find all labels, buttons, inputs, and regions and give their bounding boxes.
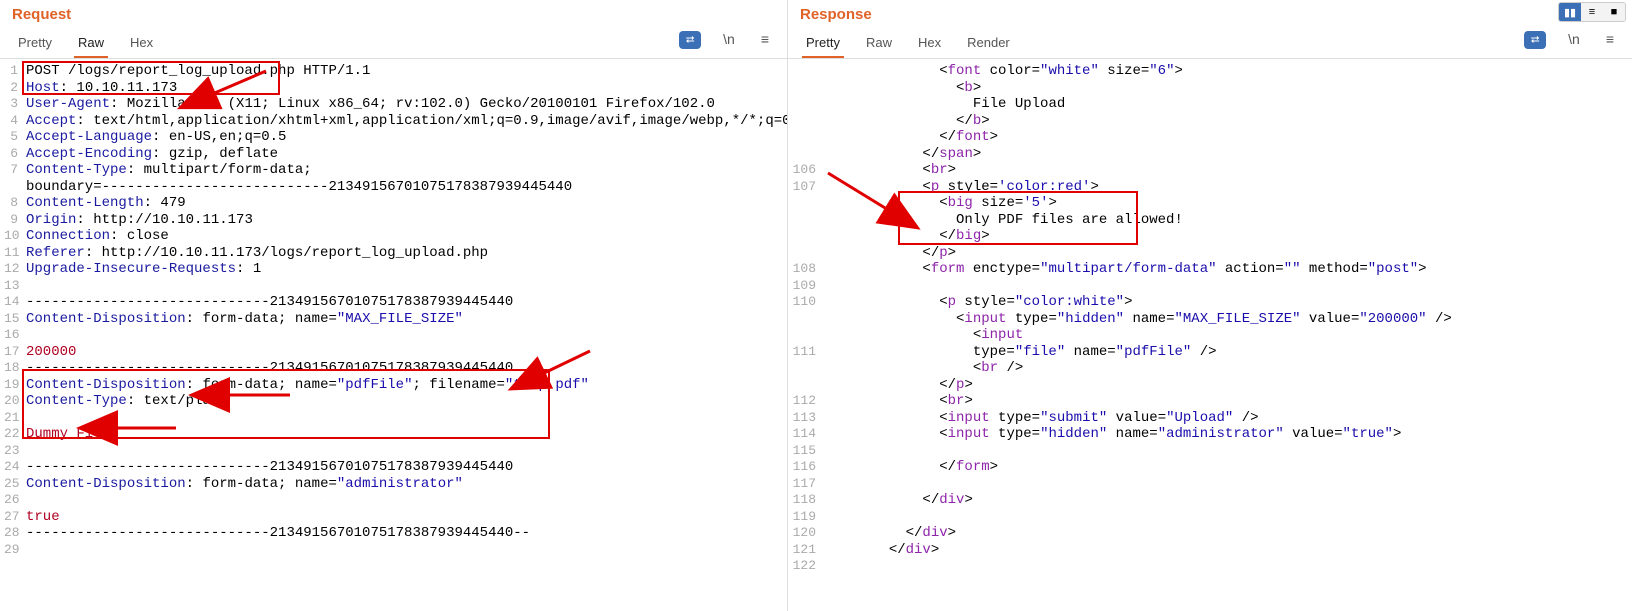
request-title: Request	[12, 6, 71, 23]
response-tabs: Pretty Raw Hex Render ⮂ \n ≡	[788, 23, 1632, 59]
actions-button[interactable]: ⮂	[679, 31, 701, 49]
menu-icon[interactable]: ≡	[757, 31, 773, 58]
layout-rows-icon[interactable]: ≡	[1581, 3, 1603, 21]
split-container: Request Pretty Raw Hex ⮂ \n ≡ 1234567891…	[0, 0, 1632, 611]
response-pane: ▮▮ ≡ ■ Response Pretty Raw Hex Render ⮂ …	[788, 0, 1632, 611]
wrap-toggle-resp[interactable]: \n	[1564, 31, 1584, 58]
request-pane: Request Pretty Raw Hex ⮂ \n ≡ 1234567891…	[0, 0, 788, 611]
tab-pretty-resp[interactable]: Pretty	[802, 31, 844, 58]
wrap-toggle[interactable]: \n	[719, 31, 739, 58]
layout-single-icon[interactable]: ■	[1603, 3, 1625, 21]
tab-hex[interactable]: Hex	[126, 31, 157, 58]
tab-raw[interactable]: Raw	[74, 31, 108, 58]
actions-button-resp[interactable]: ⮂	[1524, 31, 1546, 49]
tab-hex-resp[interactable]: Hex	[914, 31, 945, 58]
menu-icon-resp[interactable]: ≡	[1602, 31, 1618, 58]
tab-raw-resp[interactable]: Raw	[862, 31, 896, 58]
response-title: Response	[800, 6, 872, 23]
layout-controls: ▮▮ ≡ ■	[1558, 2, 1626, 22]
layout-columns-icon[interactable]: ▮▮	[1559, 3, 1581, 21]
tab-render-resp[interactable]: Render	[963, 31, 1014, 58]
response-editor[interactable]: 1061071081091101111121131141151161171181…	[788, 59, 1632, 611]
request-tabs: Pretty Raw Hex ⮂ \n ≡	[0, 23, 787, 59]
tab-pretty[interactable]: Pretty	[14, 31, 56, 58]
request-editor[interactable]: 1234567891011121314151617181920212223242…	[0, 59, 787, 611]
